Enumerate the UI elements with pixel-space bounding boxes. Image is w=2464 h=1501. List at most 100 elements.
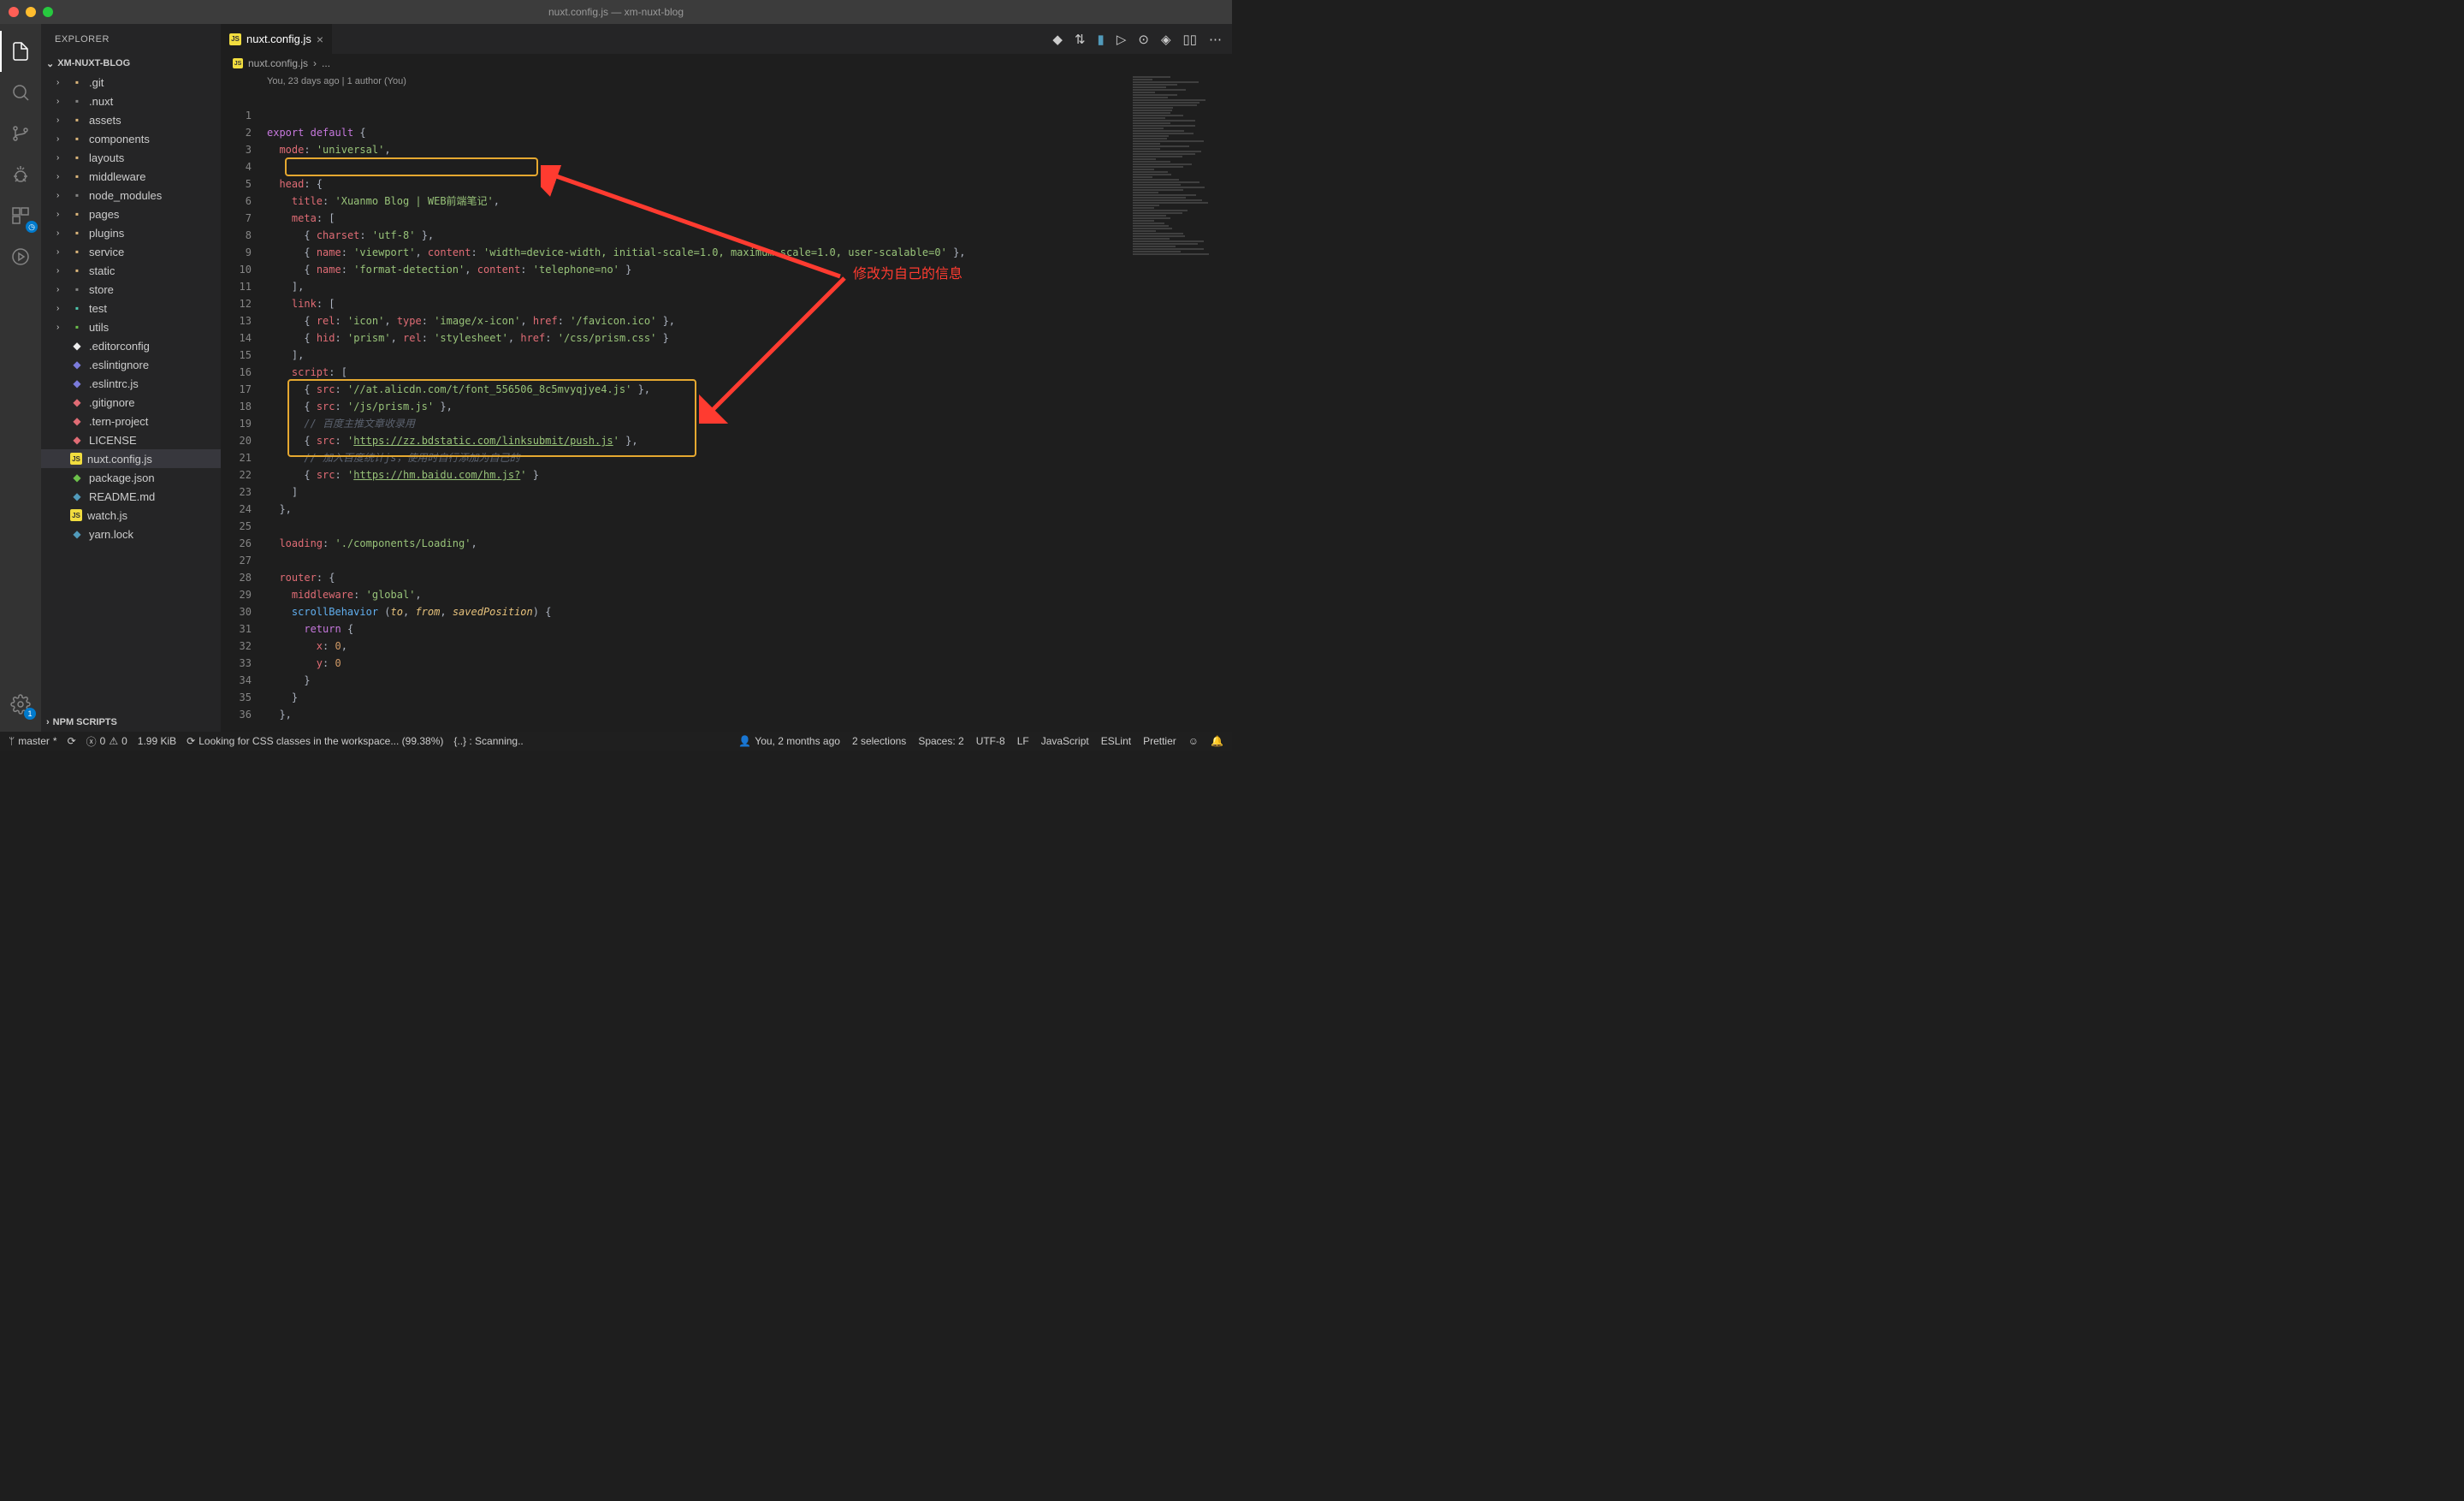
- file-nuxt.config.js[interactable]: JSnuxt.config.js: [41, 449, 221, 468]
- code-line-15[interactable]: script: [: [267, 364, 1129, 381]
- code-line-35[interactable]: },: [267, 706, 1129, 723]
- language-mode[interactable]: JavaScript: [1041, 735, 1089, 747]
- folder-node_modules[interactable]: ›▪node_modules: [41, 186, 221, 205]
- file-package.json[interactable]: ◆package.json: [41, 468, 221, 487]
- folder-test[interactable]: ›▪test: [41, 299, 221, 317]
- code-line-3[interactable]: [267, 158, 1129, 175]
- folder-.git[interactable]: ›▪.git: [41, 73, 221, 92]
- git-blame[interactable]: 👤 You, 2 months ago: [738, 735, 840, 747]
- code-line-17[interactable]: { src: '/js/prism.js' },: [267, 398, 1129, 415]
- folder-store[interactable]: ›▪store: [41, 280, 221, 299]
- code-line-11[interactable]: link: [: [267, 295, 1129, 312]
- action-icon-1[interactable]: ◆: [1052, 32, 1063, 47]
- file-README.md[interactable]: ◆README.md: [41, 487, 221, 506]
- code-line-10[interactable]: ],: [267, 278, 1129, 295]
- extensions-tab[interactable]: ◷: [0, 195, 41, 236]
- code-line-21[interactable]: { src: 'https://hm.baidu.com/hm.js?' }: [267, 466, 1129, 484]
- code-line-27[interactable]: router: {: [267, 569, 1129, 586]
- file-yarn.lock[interactable]: ◆yarn.lock: [41, 525, 221, 543]
- code-line-33[interactable]: }: [267, 672, 1129, 689]
- folder-middleware[interactable]: ›▪middleware: [41, 167, 221, 186]
- code-line-26[interactable]: [267, 552, 1129, 569]
- source-control-tab[interactable]: [0, 113, 41, 154]
- code-line-30[interactable]: return {: [267, 620, 1129, 638]
- file-watch.js[interactable]: JSwatch.js: [41, 506, 221, 525]
- code-line-4[interactable]: head: {: [267, 175, 1129, 193]
- close-tab-icon[interactable]: ×: [317, 33, 323, 46]
- code-content[interactable]: You, 23 days ago | 1 author (You) export…: [267, 73, 1129, 732]
- codelens[interactable]: You, 23 days ago | 1 author (You): [267, 73, 1129, 90]
- git-branch[interactable]: ᛘ master*: [9, 735, 57, 747]
- code-line-13[interactable]: { hid: 'prism', rel: 'stylesheet', href:…: [267, 329, 1129, 347]
- unknown-tab[interactable]: [0, 236, 41, 277]
- folder-utils[interactable]: ›▪utils: [41, 317, 221, 336]
- explorer-tab[interactable]: [0, 31, 41, 72]
- code-line-19[interactable]: { src: 'https://zz.bdstatic.com/linksubm…: [267, 432, 1129, 449]
- eslint-status[interactable]: ESLint: [1101, 735, 1131, 747]
- code-line-31[interactable]: x: 0,: [267, 638, 1129, 655]
- code-line-9[interactable]: { name: 'format-detection', content: 'te…: [267, 261, 1129, 278]
- notifications-icon[interactable]: 🔔: [1211, 735, 1223, 747]
- folder-plugins[interactable]: ›▪plugins: [41, 223, 221, 242]
- folder-.nuxt[interactable]: ›▪.nuxt: [41, 92, 221, 110]
- code-line-20[interactable]: // 加入百度统计js，使用时自行添加为自己的: [267, 449, 1129, 466]
- code-line-2[interactable]: mode: 'universal',: [267, 141, 1129, 158]
- run-icon[interactable]: ▷: [1116, 32, 1127, 47]
- folder-service[interactable]: ›▪service: [41, 242, 221, 261]
- eol[interactable]: LF: [1017, 735, 1029, 747]
- code-line-1[interactable]: export default {: [267, 124, 1129, 141]
- code-line-6[interactable]: meta: [: [267, 210, 1129, 227]
- code-editor[interactable]: 1234567891011121314151617181920212223242…: [221, 73, 1232, 732]
- file-.gitignore[interactable]: ◆.gitignore: [41, 393, 221, 412]
- code-line-16[interactable]: { src: '//at.alicdn.com/t/font_556506_8c…: [267, 381, 1129, 398]
- folder-components[interactable]: ›▪components: [41, 129, 221, 148]
- close-window-button[interactable]: [9, 7, 19, 17]
- indentation[interactable]: Spaces: 2: [918, 735, 963, 747]
- maximize-window-button[interactable]: [43, 7, 53, 17]
- code-line-5[interactable]: title: 'Xuanmo Blog | WEB前端笔记',: [267, 193, 1129, 210]
- minimap[interactable]: [1129, 73, 1232, 732]
- code-line-23[interactable]: },: [267, 501, 1129, 518]
- more-actions-icon[interactable]: ⋯: [1209, 32, 1222, 47]
- feedback-icon[interactable]: ☺: [1188, 735, 1199, 747]
- code-line-32[interactable]: y: 0: [267, 655, 1129, 672]
- code-line-8[interactable]: { name: 'viewport', content: 'width=devi…: [267, 244, 1129, 261]
- file-size[interactable]: 1.99 KiB: [138, 735, 176, 747]
- code-line-36[interactable]: [267, 723, 1129, 732]
- action-icon-2[interactable]: ◈: [1161, 32, 1171, 47]
- encoding[interactable]: UTF-8: [976, 735, 1005, 747]
- minimize-window-button[interactable]: [26, 7, 36, 17]
- code-line-34[interactable]: }: [267, 689, 1129, 706]
- compare-icon[interactable]: ⇅: [1075, 32, 1086, 47]
- npm-scripts-header[interactable]: › NPM SCRIPTS: [41, 713, 221, 732]
- breadcrumb[interactable]: JS nuxt.config.js › ...: [221, 54, 1232, 73]
- project-header[interactable]: ⌄ XM-NUXT-BLOG: [41, 54, 221, 73]
- prettier-status[interactable]: Prettier: [1143, 735, 1176, 747]
- debug-tab[interactable]: [0, 154, 41, 195]
- selections[interactable]: 2 selections: [852, 735, 906, 747]
- code-line-12[interactable]: { rel: 'icon', type: 'image/x-icon', hre…: [267, 312, 1129, 329]
- folder-assets[interactable]: ›▪assets: [41, 110, 221, 129]
- open-changes-icon[interactable]: ▮: [1098, 32, 1105, 47]
- folder-static[interactable]: ›▪static: [41, 261, 221, 280]
- tab-nuxt-config[interactable]: JS nuxt.config.js ×: [221, 24, 333, 54]
- file-.eslintignore[interactable]: ◆.eslintignore: [41, 355, 221, 374]
- code-line-25[interactable]: loading: './components/Loading',: [267, 535, 1129, 552]
- code-line-28[interactable]: middleware: 'global',: [267, 586, 1129, 603]
- code-line-29[interactable]: scrollBehavior (to, from, savedPosition)…: [267, 603, 1129, 620]
- search-tab[interactable]: [0, 72, 41, 113]
- folder-layouts[interactable]: ›▪layouts: [41, 148, 221, 167]
- file-LICENSE[interactable]: ◆LICENSE: [41, 430, 221, 449]
- css-scan-status[interactable]: ⟳ Looking for CSS classes in the workspa…: [187, 735, 443, 747]
- code-line-24[interactable]: [267, 518, 1129, 535]
- code-line-18[interactable]: // 百度主推文章收录用: [267, 415, 1129, 432]
- code-line-22[interactable]: ]: [267, 484, 1129, 501]
- split-editor-icon[interactable]: ▯▯: [1182, 32, 1197, 47]
- file-.editorconfig[interactable]: ◆.editorconfig: [41, 336, 221, 355]
- settings-tab[interactable]: 1: [0, 684, 41, 725]
- code-line-7[interactable]: { charset: 'utf-8' },: [267, 227, 1129, 244]
- file-.tern-project[interactable]: ◆.tern-project: [41, 412, 221, 430]
- code-line-14[interactable]: ],: [267, 347, 1129, 364]
- scanning-status[interactable]: {..} : Scanning..: [453, 735, 523, 747]
- problems[interactable]: ⓧ 0 ⚠ 0: [86, 734, 127, 749]
